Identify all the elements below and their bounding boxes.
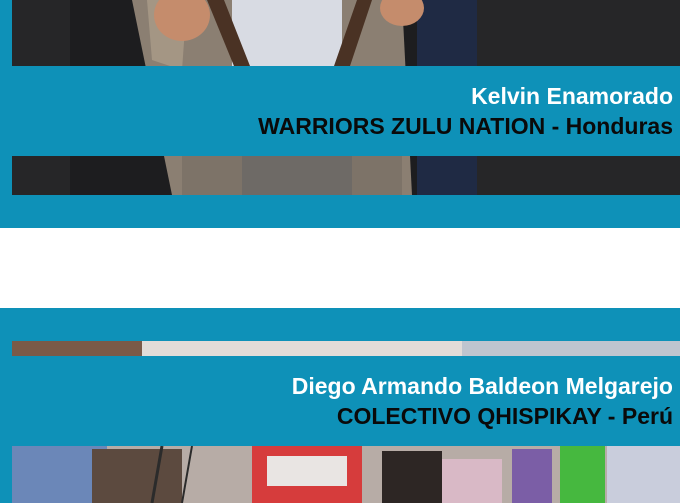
profile-caption-2: Diego Armando Baldeon Melgarejo COLECTIV… (0, 356, 680, 446)
profile-team-2: COLECTIVO QHISPIKAY - Perú (336, 403, 673, 429)
profile-caption-1: Kelvin Enamorado WARRIORS ZULU NATION - … (0, 66, 680, 156)
profile-name-1: Kelvin Enamorado (471, 83, 673, 109)
profile-card-2[interactable]: Diego Armando Baldeon Melgarejo COLECTIV… (0, 308, 680, 503)
profile-card-1[interactable]: Kelvin Enamorado WARRIORS ZULU NATION - … (0, 0, 680, 228)
profiles-page: Kelvin Enamorado WARRIORS ZULU NATION - … (0, 0, 680, 503)
section-gap (0, 228, 680, 308)
profile-name-2: Diego Armando Baldeon Melgarejo (291, 373, 673, 399)
profile-team-1: WARRIORS ZULU NATION - Honduras (258, 113, 673, 139)
